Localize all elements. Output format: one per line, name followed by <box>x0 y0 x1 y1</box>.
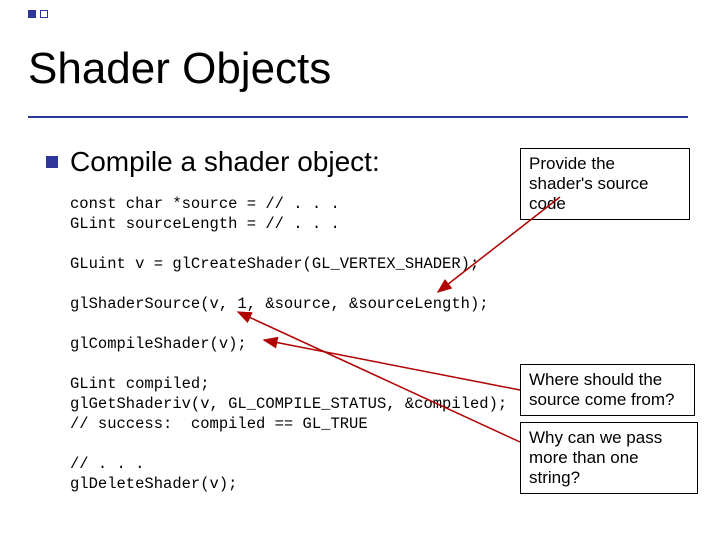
callout-provide-source: Provide the shader's source code <box>520 148 690 220</box>
callout-why-multiple: Why can we pass more than one string? <box>520 422 698 494</box>
code-line: // . . . <box>70 455 144 473</box>
corner-decoration-filled <box>28 10 36 18</box>
slide: Shader Objects Compile a shader object: … <box>0 0 720 540</box>
code-line: glShaderSource(v, 1, &source, &sourceLen… <box>70 295 489 313</box>
bullet-icon <box>46 156 58 168</box>
code-line: glDeleteShader(v); <box>70 475 237 493</box>
code-line: // success: compiled == GL_TRUE <box>70 415 368 433</box>
slide-subtitle: Compile a shader object: <box>70 146 380 178</box>
code-line: GLint compiled; <box>70 375 210 393</box>
callout-where-source: Where should the source come from? <box>520 364 695 416</box>
slide-title: Shader Objects <box>28 44 331 94</box>
title-rule <box>28 116 688 118</box>
corner-decoration-outline <box>40 10 48 18</box>
code-line: GLuint v = glCreateShader(GL_VERTEX_SHAD… <box>70 255 479 273</box>
code-line: glGetShaderiv(v, GL_COMPILE_STATUS, &com… <box>70 395 507 413</box>
code-line: const char *source = // . . . <box>70 195 340 213</box>
code-block: const char *source = // . . . GLint sour… <box>70 194 507 494</box>
code-line: glCompileShader(v); <box>70 335 247 353</box>
code-line: GLint sourceLength = // . . . <box>70 215 340 233</box>
